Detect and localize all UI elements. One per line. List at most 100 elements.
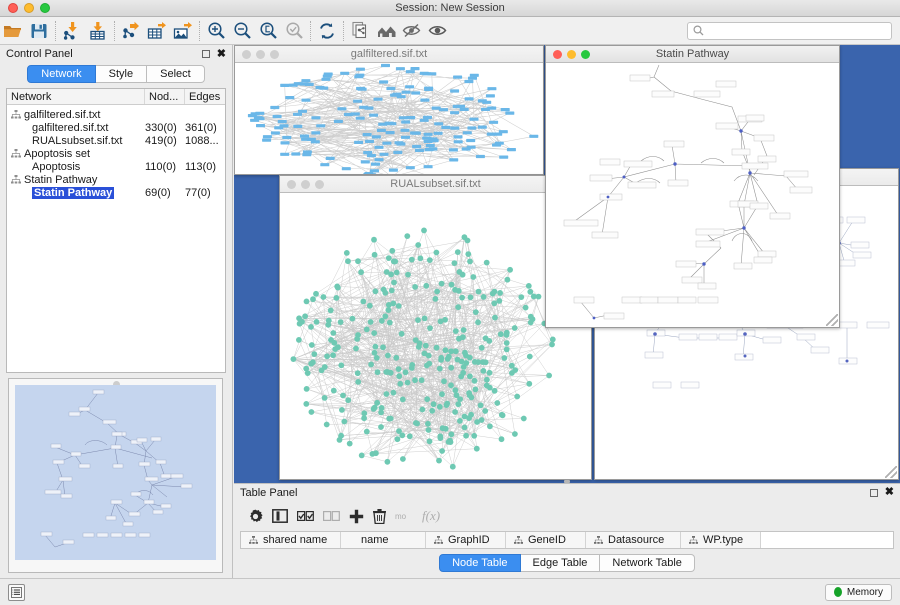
svg-text:mo: mo	[395, 512, 407, 521]
network-tree-table[interactable]: Network Nod... Edges galfiltered.sif.txt	[6, 88, 226, 373]
window-title: Session: New Session	[0, 2, 900, 14]
table-panel-title: Table Panel	[240, 487, 870, 499]
memory-status-indicator	[834, 587, 842, 597]
row-label: RUALsubset.sif.txt	[32, 135, 122, 147]
hide-selected-icon[interactable]	[399, 18, 425, 44]
maximize-icon[interactable]	[870, 489, 878, 497]
birds-eye-view[interactable]	[8, 378, 223, 573]
column-header-name[interactable]: name	[341, 532, 426, 548]
column-edges[interactable]: Edges	[185, 89, 225, 104]
close-icon[interactable]: ✖	[217, 49, 226, 60]
column-network[interactable]: Network	[7, 89, 145, 104]
column-header-empty	[761, 532, 893, 548]
table-panel-splitter[interactable]	[234, 480, 900, 484]
search-box[interactable]	[687, 22, 892, 40]
task-list-icon[interactable]	[8, 584, 25, 601]
splitter-handle[interactable]	[564, 480, 570, 483]
row-label: Statin Pathway	[24, 174, 97, 186]
table-panel: Table Panel ✖	[234, 483, 900, 578]
column-header-datasource[interactable]: Datasource	[586, 532, 681, 548]
row-label: Apoptosis	[32, 161, 80, 173]
zoom-out-icon[interactable]	[229, 18, 255, 44]
column-header-geneid[interactable]: GeneID	[506, 532, 586, 548]
shared-column-icon	[249, 536, 258, 544]
show-all-icon[interactable]	[425, 18, 451, 44]
rename-column-icon[interactable]: mo	[395, 511, 412, 521]
row-label: galfiltered.sif.txt	[24, 109, 100, 121]
export-table-icon[interactable]	[144, 18, 170, 44]
column-header-graphid[interactable]: GraphID	[426, 532, 506, 548]
tab-network-table[interactable]: Network Table	[600, 554, 695, 572]
table-toolbar: mo f(x)	[234, 501, 900, 531]
refresh-icon[interactable]	[314, 18, 340, 44]
network-canvas-statin-pathway[interactable]	[546, 63, 839, 327]
tab-select[interactable]: Select	[147, 65, 205, 83]
zoom-fit-icon[interactable]	[255, 18, 281, 44]
column-layout-icon[interactable]	[272, 509, 288, 523]
home-icon[interactable]	[373, 18, 399, 44]
memory-status-button[interactable]: Memory	[825, 584, 892, 601]
shared-column-icon	[514, 536, 523, 544]
tab-node-table[interactable]: Node Table	[439, 554, 520, 572]
zoom-in-icon[interactable]	[203, 18, 229, 44]
row-nodes: 419(0)	[145, 135, 185, 147]
toolbar-separator	[199, 21, 200, 41]
table-row[interactable]: Apoptosis set	[7, 147, 225, 160]
export-network-icon[interactable]	[118, 18, 144, 44]
search-icon	[693, 25, 704, 36]
shared-column-icon	[434, 536, 443, 544]
resize-grip[interactable]	[826, 314, 838, 326]
open-session-icon[interactable]	[0, 18, 26, 44]
maximize-icon[interactable]	[202, 50, 210, 58]
row-label: Statin Pathway	[32, 187, 114, 199]
control-panel-title: Control Panel	[6, 48, 202, 60]
row-nodes: 69(0)	[145, 187, 185, 199]
table-row-selected[interactable]: Statin Pathway 69(0) 77(0)	[7, 186, 225, 199]
network-graph-galfiltered	[235, 63, 543, 174]
shared-column-icon	[594, 536, 603, 544]
hide-all-columns-icon[interactable]	[323, 511, 340, 521]
export-image-icon[interactable]	[170, 18, 196, 44]
tab-edge-table[interactable]: Edge Table	[521, 554, 601, 572]
network-window-galfiltered[interactable]: galfiltered.sif.txt	[234, 45, 544, 175]
zoom-selected-icon[interactable]	[281, 18, 307, 44]
network-window-titlebar[interactable]: Statin Pathway	[546, 46, 839, 63]
network-canvas-galfiltered[interactable]	[235, 63, 543, 174]
table-row[interactable]: galfiltered.sif.txt	[7, 108, 225, 121]
birds-eye-network-graph	[15, 385, 218, 562]
function-builder-icon[interactable]: f(x)	[421, 509, 441, 523]
network-window-titlebar[interactable]: galfiltered.sif.txt	[235, 46, 543, 63]
tab-network[interactable]: Network	[27, 65, 95, 83]
tab-style[interactable]: Style	[96, 65, 147, 83]
row-label: Apoptosis set	[24, 148, 90, 160]
column-header-shared-name[interactable]: shared name	[241, 532, 341, 548]
network-collection-icon	[11, 149, 21, 158]
add-column-icon[interactable]	[349, 509, 364, 524]
network-window-statin-pathway[interactable]: Statin Pathway	[545, 45, 840, 328]
search-input[interactable]	[704, 24, 886, 38]
column-header-wptype[interactable]: WP.type	[681, 532, 761, 548]
table-row[interactable]: Statin Pathway	[7, 173, 225, 186]
control-panel-header: Control Panel ✖	[0, 45, 232, 63]
import-network-icon[interactable]	[59, 18, 85, 44]
delete-column-icon[interactable]	[373, 509, 386, 524]
save-session-icon[interactable]	[26, 18, 52, 44]
row-nodes: 110(0)	[145, 161, 185, 173]
birds-eye-canvas[interactable]	[15, 385, 216, 560]
resize-grip[interactable]	[885, 466, 897, 478]
network-view-desktop[interactable]: galfiltered.sif.txt RUALsubset.sif.txt	[234, 45, 900, 483]
network-collection-icon	[11, 110, 21, 119]
table-row[interactable]: RUALsubset.sif.txt 419(0) 1088...	[7, 134, 225, 147]
table-settings-icon[interactable]	[248, 509, 263, 524]
show-all-columns-icon[interactable]	[297, 511, 314, 521]
table-row[interactable]: galfiltered.sif.txt 330(0) 361(0)	[7, 121, 225, 134]
table-row[interactable]: Apoptosis 110(0) 113(0)	[7, 160, 225, 173]
close-icon[interactable]: ✖	[885, 487, 894, 498]
new-network-from-selection-icon[interactable]	[347, 18, 373, 44]
svg-text:f(x): f(x)	[422, 509, 440, 523]
import-table-icon[interactable]	[85, 18, 111, 44]
column-label: name	[361, 534, 389, 546]
column-label: GraphID	[448, 534, 490, 546]
column-nodes[interactable]: Nod...	[145, 89, 185, 104]
toolbar-separator	[55, 21, 56, 41]
